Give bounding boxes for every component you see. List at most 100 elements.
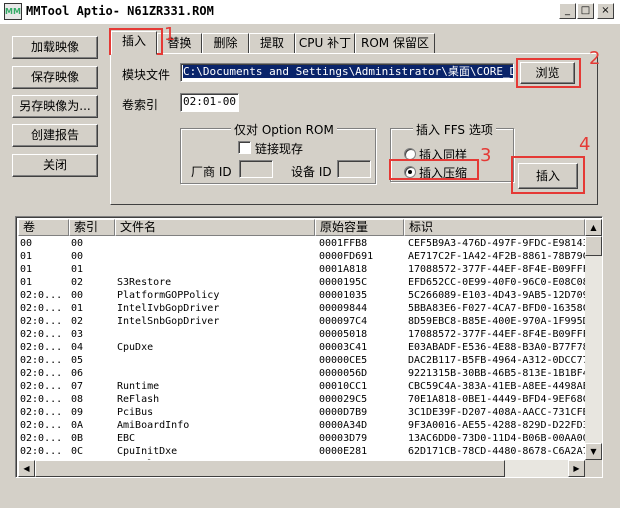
table-row[interactable]: 02:0... 02 IntelSnbGopDriver 000097C4 8D59EB…: [18, 315, 586, 328]
volume-index-label: 卷索引: [122, 98, 159, 112]
cell-index: 03: [71, 329, 84, 340]
column-header-index[interactable]: 索引: [69, 219, 115, 236]
table-row[interactable]: 02:0... 09 PciBus 0000D7B9 3C1DE39F-D207-408…: [18, 406, 586, 419]
cell-index: 04: [71, 342, 84, 353]
title-bar: MM MMTool Aptio- N61ZR331.ROM _ □ ×: [0, 0, 620, 24]
cell-source-size: 00001035: [319, 290, 368, 301]
save-image-button[interactable]: 保存映像: [12, 66, 98, 89]
ffs-options-group-title: 插入 FFS 选项: [413, 121, 496, 138]
cell-index: 02: [71, 277, 84, 288]
tab-cpu-patch[interactable]: CPU 补丁: [295, 33, 355, 54]
vertical-scroll-thumb[interactable]: [585, 236, 602, 256]
scroll-left-arrow-icon[interactable]: ◀: [18, 460, 35, 477]
cell-source-size: 0000195C: [319, 277, 368, 288]
cell-index: 00: [71, 251, 84, 262]
cell-index: 07: [71, 381, 84, 392]
cell-source-size: 00009844: [319, 303, 368, 314]
cell-guid: DAC2B117-B5FB-4964-A312-0DCC77061B9B: [408, 355, 586, 366]
cell-index: 0C: [71, 446, 84, 457]
module-list[interactable]: 卷 索引 文件名 原始容量 标识 00 00 0001FFB8 CEF5B9A3-47…: [15, 216, 603, 478]
table-row[interactable]: 02:0... 04 CpuDxe 00003C41 E03ABADF-E536-4E8…: [18, 341, 586, 354]
link-existing-checkbox[interactable]: [238, 141, 251, 154]
cell-source-size: 0000056D: [319, 368, 368, 379]
close-window-button[interactable]: ×: [597, 3, 614, 19]
table-row[interactable]: 01 01 0001A818 17088572-377F-44EF-8F4E-B09F…: [18, 263, 586, 276]
scroll-corner: [585, 460, 602, 477]
vendor-id-label: 厂商 ID: [191, 165, 232, 179]
cell-index: 00: [71, 238, 84, 249]
cell-guid: 17088572-377F-44EF-8F4E-B09FFF46A070: [408, 264, 586, 275]
cell-filename: Runtime: [117, 381, 160, 392]
cell-volume: 02:0...: [20, 394, 63, 405]
cell-guid: 5BBA83E6-F027-4CA7-BFD0-16358CC9E123: [408, 303, 586, 314]
table-row[interactable]: 02:0... 05 00000CE5 DAC2B117-B5FB-4964-A312…: [18, 354, 586, 367]
cell-filename: EBC: [117, 433, 136, 444]
table-row[interactable]: 02:0... 03 00005018 17088572-377F-44EF-8F4E…: [18, 328, 586, 341]
window-title: MMTool Aptio- N61ZR331.ROM: [26, 4, 214, 18]
cell-volume: 02:0...: [20, 407, 63, 418]
scroll-right-arrow-icon[interactable]: ▶: [568, 460, 585, 477]
horizontal-scrollbar[interactable]: ◀ ▶: [18, 460, 585, 477]
table-row[interactable]: 02:0... 0A AmiBoardInfo 0000A34D 9F3A0016-AE…: [18, 419, 586, 432]
load-image-button[interactable]: 加载映像: [12, 36, 98, 59]
annotation-number-2: 2: [589, 48, 601, 69]
cell-filename: IntelSnbGopDriver: [117, 316, 220, 327]
minimize-button[interactable]: _: [559, 3, 576, 19]
cell-source-size: 0001FFB8: [319, 238, 368, 249]
link-existing-label: 链接现存: [255, 142, 304, 156]
cell-guid: 62D171CB-78CD-4480-8678-C6A2A797A8DE: [408, 446, 586, 457]
column-header-volume[interactable]: 卷: [18, 219, 69, 236]
cell-filename: AmiBoardInfo: [117, 420, 190, 431]
tab-insert[interactable]: 插入: [111, 31, 157, 55]
table-row[interactable]: 02:0... 08 ReFlash 000029C5 70E1A818-0BE1-44…: [18, 393, 586, 406]
tab-delete[interactable]: 删除: [202, 33, 249, 54]
table-row[interactable]: 01 02 S3Restore 0000195C EFD652CC-0E99-40F0-…: [18, 276, 586, 289]
module-file-field[interactable]: C:\Documents and Settings\Administrator\…: [180, 63, 514, 82]
cell-volume: 00: [20, 238, 33, 249]
cell-volume: 02:0...: [20, 420, 63, 431]
table-row[interactable]: 02:0... 06 0000056D 9221315B-30BB-46B5-813E…: [18, 367, 586, 380]
vendor-id-field[interactable]: [239, 160, 273, 178]
cell-volume: 02:0...: [20, 381, 63, 392]
tab-rom-hole[interactable]: ROM 保留区: [355, 33, 435, 54]
cell-index: 09: [71, 407, 84, 418]
annotation-number-4: 4: [579, 134, 591, 155]
cell-guid: 3C1DE39F-D207-408A-AACC-731CFB7F1DD7: [408, 407, 586, 418]
cell-index: 08: [71, 394, 84, 405]
cell-volume: 02:0...: [20, 446, 63, 457]
cell-volume: 02:0...: [20, 355, 63, 366]
cell-source-size: 00003D79: [319, 433, 368, 444]
annotation-number-3: 3: [480, 145, 492, 166]
table-row[interactable]: 01 00 0000FD691 AE717C2F-1A42-4F2B-8861-78B…: [18, 250, 586, 263]
annotation-box-browse: [516, 58, 581, 88]
cell-filename: PlatformGOPPolicy: [117, 290, 220, 301]
table-row[interactable]: 02:0... 00 PlatformGOPPolicy 00001035 5C2660…: [18, 289, 586, 302]
save-image-as-button[interactable]: 另存映像为...: [12, 95, 98, 118]
column-header-guid[interactable]: 标识: [404, 219, 585, 236]
horizontal-scroll-thumb[interactable]: [35, 460, 505, 477]
cell-volume: 02:0...: [20, 329, 63, 340]
cell-volume: 02:0...: [20, 316, 63, 327]
cell-index: 0A: [71, 420, 84, 431]
tab-extract[interactable]: 提取: [249, 33, 295, 54]
column-header-source-size[interactable]: 原始容量: [315, 219, 404, 236]
table-row[interactable]: 02:0... 0B EBC 00003D79 13AC6DD0-73D0-11D4-B…: [18, 432, 586, 445]
column-header-filename[interactable]: 文件名: [115, 219, 315, 236]
device-id-field[interactable]: [337, 160, 371, 178]
cell-filename: S3Restore: [117, 277, 172, 288]
volume-index-field[interactable]: 02:01-00: [180, 93, 239, 112]
option-rom-group-title: 仅对 Option ROM: [231, 121, 337, 138]
app-icon: MM: [4, 3, 22, 20]
table-row[interactable]: 02:0... 0C CpuInitDxe 0000E281 62D171CB-78CD…: [18, 445, 586, 458]
table-row[interactable]: 02:0... 07 Runtime 00010CC1 CBC59C4A-383A-41…: [18, 380, 586, 393]
table-row[interactable]: 02:0... 01 IntelIvbGopDriver 00009844 5BBA83…: [18, 302, 586, 315]
scroll-down-arrow-icon[interactable]: ▼: [585, 443, 602, 460]
close-button[interactable]: 关闭: [12, 154, 98, 177]
scroll-up-arrow-icon[interactable]: ▲: [585, 219, 602, 236]
table-row[interactable]: 00 00 0001FFB8 CEF5B9A3-476D-497F-9FDC-E981…: [18, 237, 586, 250]
cell-volume: 02:0...: [20, 290, 63, 301]
create-report-button[interactable]: 创建报告: [12, 124, 98, 147]
cell-guid: AE717C2F-1A42-4F2B-8861-78B79CA07E07: [408, 251, 586, 262]
maximize-button[interactable]: □: [577, 3, 594, 19]
vertical-scrollbar[interactable]: ▲ ▼: [585, 219, 602, 460]
